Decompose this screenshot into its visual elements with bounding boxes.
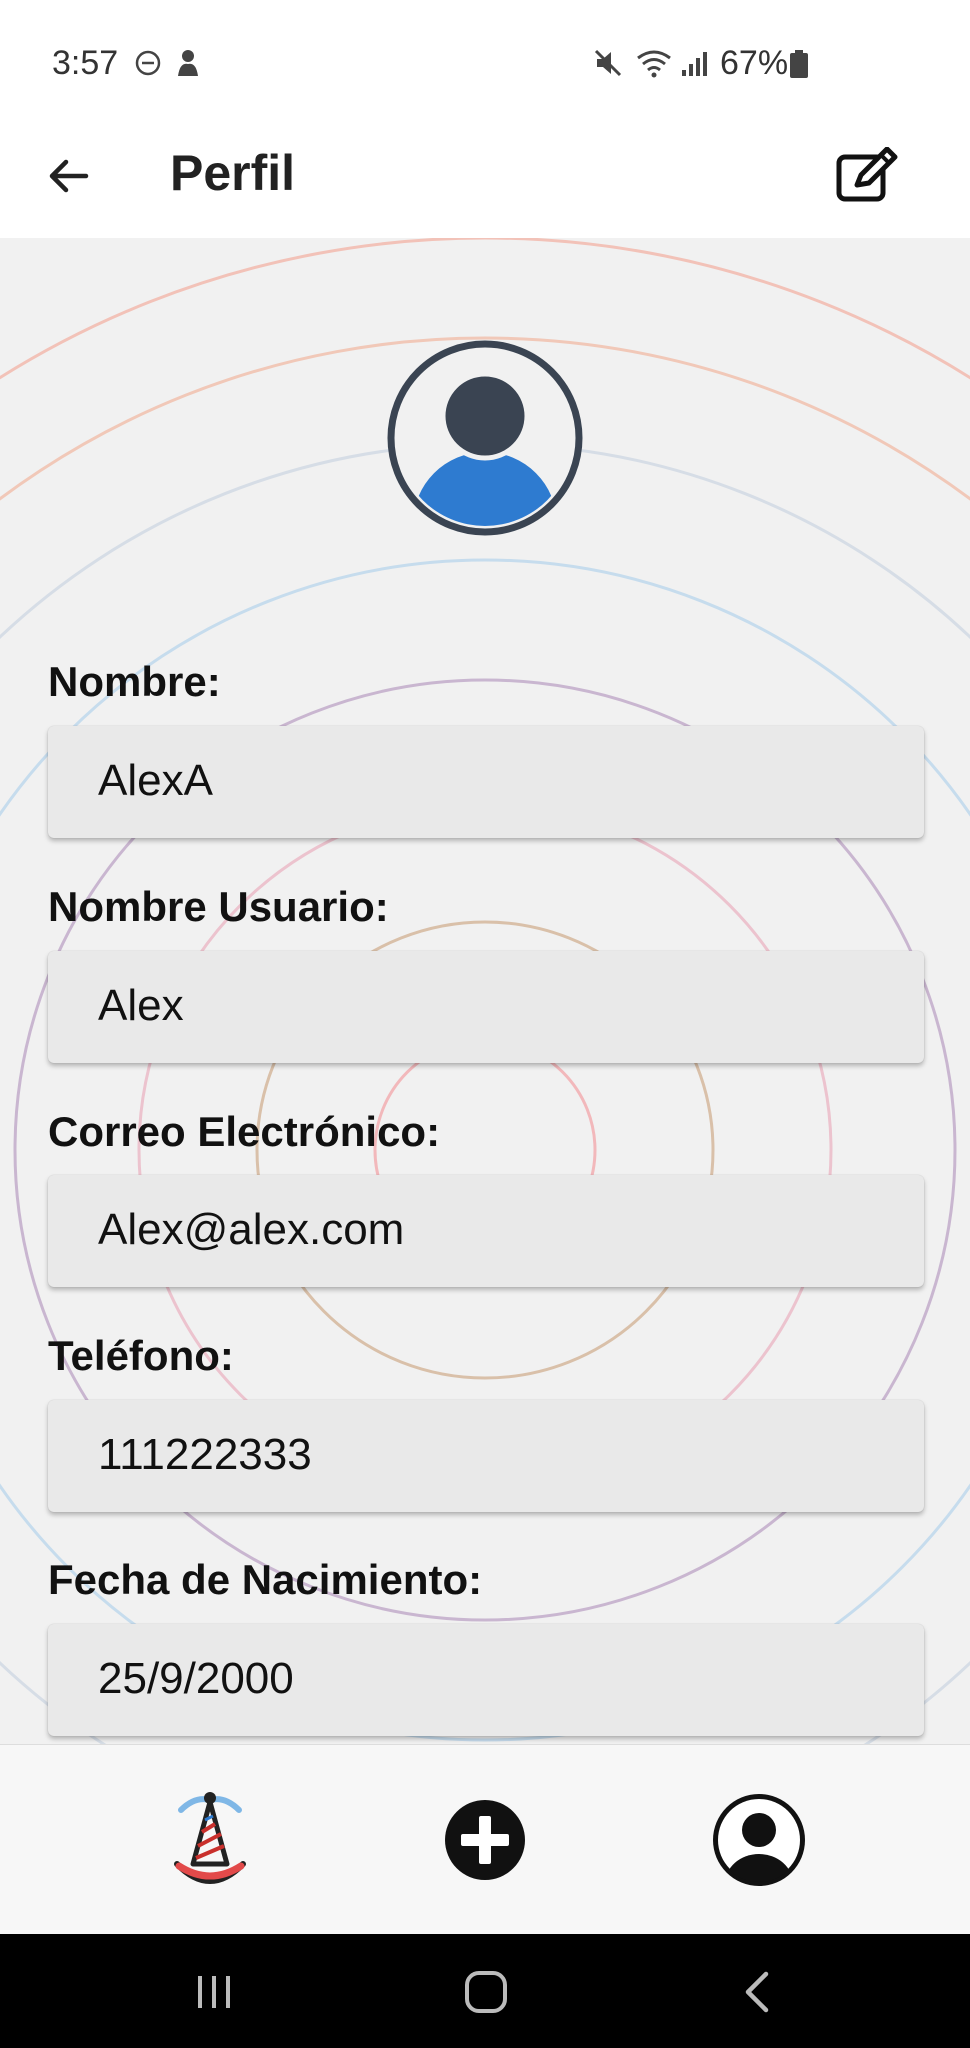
wifi-icon: [636, 48, 674, 83]
username-field[interactable]: Alex: [48, 951, 924, 1063]
profile-content[interactable]: Nombre: AlexA Nombre Usuario: Alex Corre…: [0, 238, 970, 1744]
home-button[interactable]: [456, 1964, 516, 2020]
arrow-left-icon: [49, 159, 89, 193]
username-label: Nombre Usuario:: [48, 883, 389, 930]
signal-icon: [680, 50, 708, 83]
user-circle-icon: [713, 1794, 805, 1886]
mute-icon: [593, 48, 623, 83]
nav-item-events[interactable]: [155, 1785, 265, 1895]
recents-button[interactable]: [184, 1964, 244, 2020]
phone-label: Teléfono:: [48, 1332, 234, 1379]
nav-item-add[interactable]: [430, 1785, 540, 1895]
birthdate-label: Fecha de Nacimiento:: [48, 1556, 483, 1603]
party-hat-icon: [174, 1792, 246, 1884]
birthdate-field[interactable]: 25/9/2000: [48, 1624, 924, 1736]
email-value: Alex@alex.com: [98, 1205, 405, 1254]
phone-field[interactable]: 111222333: [48, 1400, 924, 1512]
app-bar: Perfil: [0, 118, 970, 238]
birthdate-value: 25/9/2000: [98, 1654, 294, 1703]
name-label: Nombre:: [48, 658, 221, 705]
status-time: 3:57: [52, 44, 119, 82]
recents-icon: [198, 1976, 230, 2008]
name-value: AlexA: [98, 756, 213, 805]
back-button[interactable]: [38, 146, 98, 206]
battery-icon: [790, 50, 808, 78]
bottom-nav: [0, 1744, 970, 1934]
phone-value: 111222333: [98, 1430, 312, 1479]
name-field[interactable]: AlexA: [48, 726, 924, 838]
system-back-button[interactable]: [728, 1964, 788, 2020]
nav-item-profile[interactable]: [704, 1785, 814, 1895]
add-circle-icon: [445, 1800, 525, 1880]
username-value: Alex: [98, 981, 184, 1030]
do-not-disturb-icon: [135, 50, 161, 81]
user-avatar-icon: [385, 338, 585, 538]
back-icon: [745, 1971, 769, 2013]
system-nav-bar: [0, 1934, 970, 2048]
email-field[interactable]: Alex@alex.com: [48, 1175, 924, 1287]
email-label: Correo Electrónico:: [48, 1108, 441, 1155]
edit-icon: [836, 147, 898, 202]
edit-profile-button[interactable]: [830, 138, 904, 212]
home-icon: [465, 1971, 507, 2013]
battery-percentage: 67%: [720, 44, 789, 82]
status-bar: 3:57 67%: [0, 0, 970, 118]
page-title: Perfil: [170, 145, 296, 201]
notification-icon: [175, 48, 201, 83]
